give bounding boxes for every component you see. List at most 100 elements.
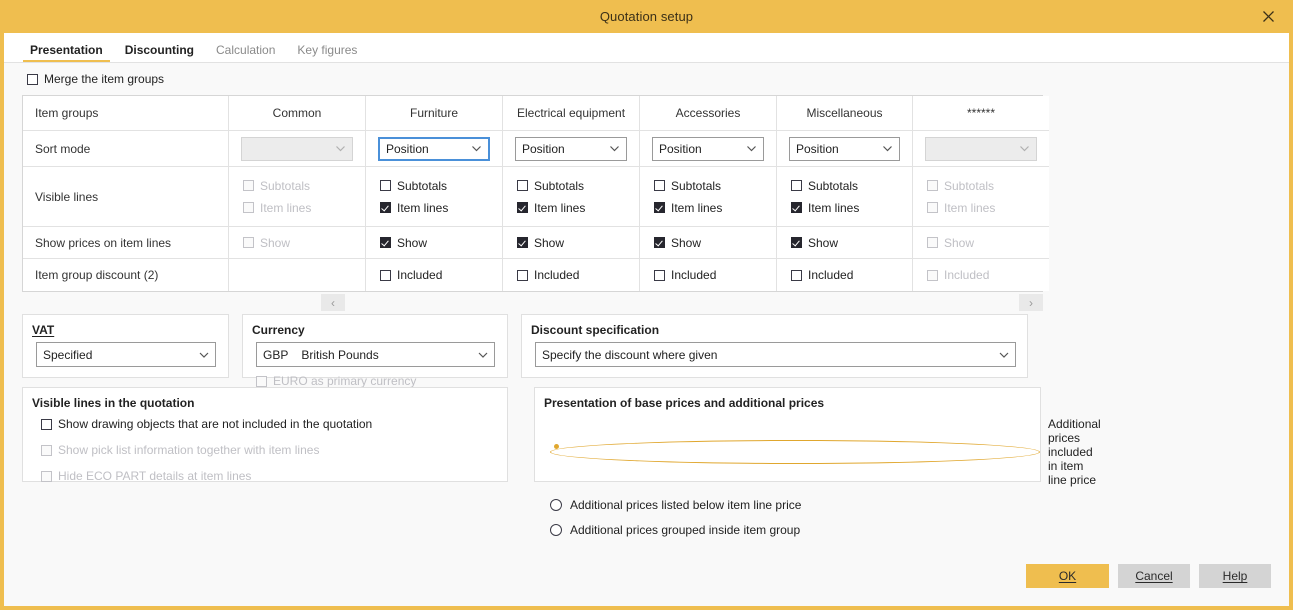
tab-discounting[interactable]: Discounting — [114, 44, 205, 62]
show-prices-cell-common: Show — [229, 227, 366, 259]
euro-primary-checkbox: EURO as primary currency — [256, 374, 416, 388]
checkbox-checked-icon — [517, 202, 528, 213]
show-label: Show — [671, 236, 701, 250]
sort-mode-select-accessories[interactable]: Position — [652, 137, 764, 161]
included-checkbox-furniture[interactable]: Included — [380, 268, 442, 282]
scroll-right-icon[interactable]: › — [1019, 294, 1043, 311]
subtotals-label: Subtotals — [671, 179, 721, 193]
checkbox-icon — [654, 270, 665, 281]
grid-row-label-visible-lines: Visible lines — [23, 167, 229, 227]
discount-specification-group: Discount specification Specify the disco… — [521, 314, 1028, 378]
help-button-label: Help — [1223, 569, 1248, 583]
show-checkbox-furniture[interactable]: Show — [380, 236, 427, 250]
included-checkbox-miscellaneous[interactable]: Included — [791, 268, 853, 282]
checkbox-icon — [41, 419, 52, 430]
checkbox-icon — [380, 180, 391, 191]
currency-legend: Currency — [243, 315, 507, 337]
close-icon[interactable] — [1253, 0, 1283, 33]
item-lines-label: Item lines — [671, 201, 722, 215]
group-discount-cell-electrical-equipment: Included — [503, 259, 640, 291]
ok-button-label: OK — [1059, 569, 1076, 583]
subtotals-label: Subtotals — [260, 179, 310, 193]
sort-mode-cell-miscellaneous: Position — [777, 131, 913, 167]
visible-lines-cell-common: Subtotals Item lines — [229, 167, 366, 227]
sort-mode-value-electrical-equipment: Position — [522, 142, 565, 156]
included-label: Included — [808, 268, 853, 282]
currency-select[interactable]: GBP British Pounds — [256, 342, 495, 367]
checkbox-icon — [243, 237, 254, 248]
checkbox-icon — [654, 180, 665, 191]
tab-calculation[interactable]: Calculation — [205, 44, 286, 62]
scroll-left-glyph: ‹ — [331, 296, 335, 310]
show-label: Show — [944, 236, 974, 250]
subtotals-checkbox-electrical-equipment[interactable]: Subtotals — [517, 179, 584, 193]
radio-additional-prices-listed-below[interactable]: Additional prices listed below item line… — [550, 498, 1040, 512]
sort-mode-select-electrical-equipment[interactable]: Position — [515, 137, 627, 161]
checkbox-icon — [27, 74, 38, 85]
checkbox-icon — [927, 202, 938, 213]
discount-specification-value: Specify the discount where given — [542, 348, 717, 362]
chevron-down-icon — [1019, 143, 1030, 154]
vat-select[interactable]: Specified — [36, 342, 216, 367]
radio-additional-prices-included[interactable]: Additional prices included in item line … — [550, 417, 1040, 487]
sort-mode-select-furniture[interactable]: Position — [378, 137, 490, 161]
grid-header-item-groups: Item groups — [23, 96, 229, 131]
item-lines-label: Item lines — [944, 201, 995, 215]
included-checkbox-accessories[interactable]: Included — [654, 268, 716, 282]
item-lines-checkbox-furniture[interactable]: Item lines — [380, 201, 448, 215]
show-checkbox-electrical-equipment[interactable]: Show — [517, 236, 564, 250]
cancel-button[interactable]: Cancel — [1118, 564, 1190, 588]
item-lines-label: Item lines — [397, 201, 448, 215]
show-checkbox-miscellaneous[interactable]: Show — [791, 236, 838, 250]
grid-column-header-miscellaneous[interactable]: Miscellaneous — [777, 96, 913, 131]
subtotals-checkbox-accessories[interactable]: Subtotals — [654, 179, 721, 193]
subtotals-checkbox-miscellaneous[interactable]: Subtotals — [791, 179, 858, 193]
ok-button[interactable]: OK — [1026, 564, 1109, 588]
merge-item-groups-checkbox[interactable]: Merge the item groups — [27, 72, 164, 86]
hide-eco-part-checkbox: Hide ECO PART details at item lines — [41, 469, 507, 483]
show-drawing-objects-checkbox[interactable]: Show drawing objects that are not includ… — [41, 417, 507, 431]
radio-additional-prices-listed-below-label: Additional prices listed below item line… — [570, 498, 801, 512]
subtotals-checkbox-furniture[interactable]: Subtotals — [380, 179, 447, 193]
show-checkbox-common: Show — [243, 236, 290, 250]
radio-additional-prices-included-label: Additional prices included in item line … — [1048, 417, 1101, 487]
item-lines-checkbox-electrical-equipment[interactable]: Item lines — [517, 201, 585, 215]
grid-column-header-placeholder[interactable]: ****** — [913, 96, 1049, 131]
show-pick-list-checkbox: Show pick list information together with… — [41, 443, 507, 457]
show-label: Show — [260, 236, 290, 250]
chevron-down-icon — [335, 143, 346, 154]
sort-mode-cell-electrical-equipment: Position — [503, 131, 640, 167]
included-label: Included — [671, 268, 716, 282]
grid-column-header-common[interactable]: Common — [229, 96, 366, 131]
checkbox-checked-icon — [380, 202, 391, 213]
scroll-left-icon[interactable]: ‹ — [321, 294, 345, 311]
checkbox-icon — [256, 376, 267, 387]
tab-presentation[interactable]: Presentation — [19, 44, 114, 62]
grid-column-header-furniture[interactable]: Furniture — [366, 96, 503, 131]
help-button[interactable]: Help — [1199, 564, 1271, 588]
radio-additional-prices-grouped[interactable]: Additional prices grouped inside item gr… — [550, 523, 1040, 537]
show-drawing-objects-label: Show drawing objects that are not includ… — [58, 417, 372, 431]
included-checkbox-electrical-equipment[interactable]: Included — [517, 268, 579, 282]
group-discount-cell-furniture: Included — [366, 259, 503, 291]
checkbox-icon — [243, 202, 254, 213]
item-lines-checkbox-miscellaneous[interactable]: Item lines — [791, 201, 859, 215]
sort-mode-select-miscellaneous[interactable]: Position — [789, 137, 900, 161]
checkbox-checked-icon — [654, 237, 665, 248]
tab-key-figures[interactable]: Key figures — [286, 44, 368, 62]
sort-mode-cell-furniture: Position — [366, 131, 503, 167]
vat-group: VAT Specified — [22, 314, 229, 378]
item-lines-checkbox-accessories[interactable]: Item lines — [654, 201, 722, 215]
chevron-down-icon — [609, 143, 620, 154]
chevron-down-icon — [882, 143, 893, 154]
grid-column-header-electrical-equipment[interactable]: Electrical equipment — [503, 96, 640, 131]
grid-column-header-accessories[interactable]: Accessories — [640, 96, 777, 131]
chevron-down-icon — [998, 349, 1009, 360]
visible-lines-cell-miscellaneous: Subtotals Item lines — [777, 167, 913, 227]
title-bar: Quotation setup — [0, 0, 1293, 33]
dialog-content: Merge the item groups Item groups Common… — [4, 63, 1289, 606]
show-checkbox-accessories[interactable]: Show — [654, 236, 701, 250]
discount-specification-select[interactable]: Specify the discount where given — [535, 342, 1016, 367]
group-discount-cell-common — [229, 259, 366, 291]
item-lines-checkbox-common: Item lines — [243, 201, 311, 215]
